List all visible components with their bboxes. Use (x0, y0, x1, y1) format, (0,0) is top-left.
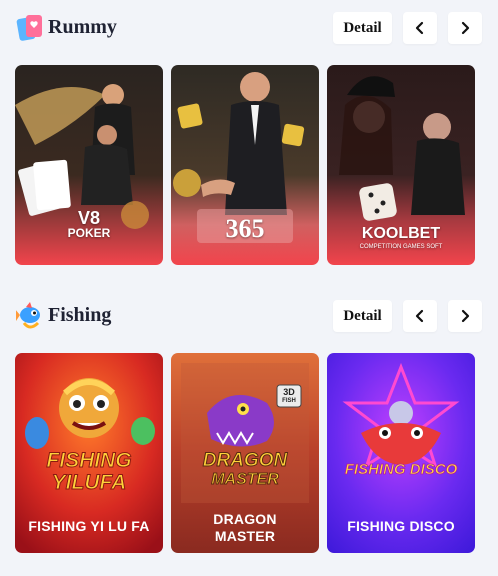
game-name: FISHING YI LU FA (28, 518, 150, 534)
game-logo-line: YILUFA (51, 471, 127, 495)
section-header: Rummy Detail (0, 0, 498, 60)
game-card-koolbet[interactable]: KOOLBET COMPETITION GAMES SOFT (327, 65, 475, 265)
chevron-right-icon (461, 21, 470, 35)
game-card-fishing-yi-lu-fa[interactable]: FISHING YILUFA FISHING YI LU FA (15, 353, 163, 553)
section-header: Fishing Detail (0, 288, 498, 348)
game-name: MASTER (214, 528, 276, 544)
section-title: Fishing (48, 304, 112, 326)
game-logo-line: DRAGON (202, 450, 288, 471)
game-brand: V8 (77, 208, 101, 228)
chevron-left-icon (415, 309, 424, 323)
game-logo-line: FISHING (46, 449, 132, 473)
game-card-365[interactable]: 365 (171, 65, 319, 265)
fishing-section: Fishing Detail FISHING YILUFA FISHING YI… (0, 288, 498, 553)
cards-icon (16, 15, 42, 41)
game-logo-line: MASTER (211, 471, 280, 489)
detail-button[interactable]: Detail (333, 12, 392, 44)
chevron-left-icon (415, 21, 424, 35)
next-button[interactable] (448, 300, 482, 332)
chevron-right-icon (461, 309, 470, 323)
game-brand: KOOLBET (361, 225, 441, 242)
next-button[interactable] (448, 12, 482, 44)
game-brand-sub: COMPETITION GAMES SOFT (359, 244, 443, 250)
game-name: DRAGON (213, 511, 277, 527)
game-card-v8-poker[interactable]: V8 POKER (15, 65, 163, 265)
section-title: Rummy (48, 16, 117, 38)
fish-icon (16, 302, 40, 329)
prev-button[interactable] (403, 12, 437, 44)
game-name: FISHING DISCO (347, 518, 455, 534)
game-carousel: FISHING YILUFA FISHING YI LU FA 3D FISH … (15, 353, 485, 553)
game-logo-text: FISHING DISCO (344, 461, 458, 479)
game-brand: 365 (225, 214, 265, 243)
game-card-fishing-disco[interactable]: FISHING DISCO FISHING DISCO (327, 353, 475, 553)
game-carousel: V8 POKER 365 KOOLBET COMPETITION GAMES S… (15, 65, 485, 265)
game-brand-sub: POKER (67, 226, 111, 240)
game-badge-fish: FISH (282, 398, 296, 404)
prev-button[interactable] (403, 300, 437, 332)
game-card-dragon-master[interactable]: 3D FISH DRAGON MASTER DRAGON MASTER (171, 353, 319, 553)
detail-button[interactable]: Detail (333, 300, 392, 332)
rummy-section: Rummy Detail V8 POKER 365 KOOLBET COMPET… (0, 0, 498, 265)
